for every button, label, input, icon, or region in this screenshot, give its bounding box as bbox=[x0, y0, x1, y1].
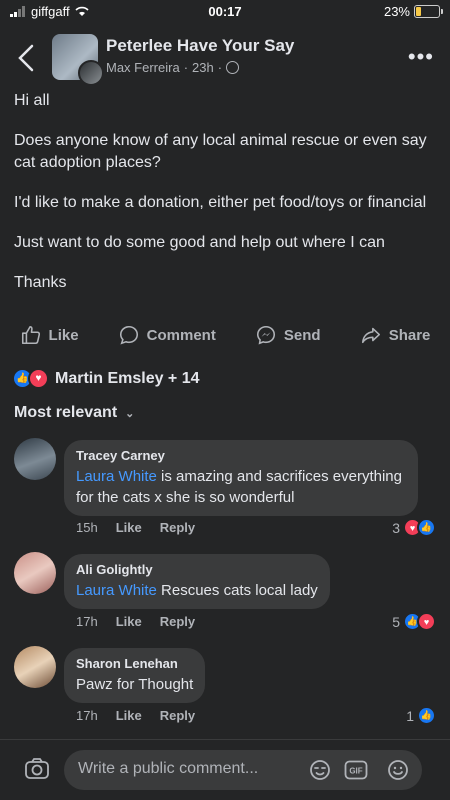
comment-text: Laura White is amazing and sacrifices ev… bbox=[76, 466, 406, 508]
chevron-down-icon: ⌄ bbox=[125, 407, 135, 420]
messenger-icon bbox=[256, 325, 275, 345]
post-line: Does anyone know of any local animal res… bbox=[14, 132, 427, 171]
post-line: Thanks bbox=[14, 274, 67, 291]
comment-bubble[interactable]: Ali Golightly Laura White Rescues cats l… bbox=[64, 554, 330, 609]
mention-link[interactable]: Laura White bbox=[76, 468, 157, 485]
share-button[interactable]: Share bbox=[360, 324, 431, 346]
emoji-icon[interactable] bbox=[386, 758, 410, 782]
globe-icon bbox=[226, 61, 240, 74]
comment-reactions[interactable]: 5 👍 ♥ bbox=[392, 612, 436, 631]
commenter-name[interactable]: Ali Golightly bbox=[76, 562, 318, 577]
post-body: Hi all Does anyone know of any local ani… bbox=[14, 90, 434, 312]
chevron-left-icon[interactable] bbox=[14, 40, 38, 76]
battery-icon bbox=[414, 5, 443, 18]
comment-time: 15h bbox=[76, 520, 98, 535]
gif-label: GIF bbox=[349, 767, 362, 776]
status-right: 23% bbox=[383, 4, 443, 19]
group-name[interactable]: Peterlee Have Your Say bbox=[106, 36, 294, 56]
author-name[interactable]: Max Ferreira bbox=[106, 60, 180, 75]
love-reaction-icon: ♥ bbox=[417, 612, 436, 631]
commenter-avatar[interactable] bbox=[14, 646, 56, 688]
comment-like-button[interactable]: Like bbox=[116, 708, 142, 723]
like-button[interactable]: Like bbox=[20, 324, 79, 346]
action-bar: Like Comment Send Share bbox=[0, 318, 450, 352]
post-line: Just want to do some good and help out w… bbox=[14, 234, 385, 251]
status-time: 00:17 bbox=[208, 4, 242, 19]
comment-body: Pawz for Thought bbox=[76, 676, 194, 693]
comment-reactions[interactable]: 3 ♥ 👍 bbox=[392, 518, 436, 537]
more-options-button[interactable]: ••• bbox=[408, 44, 434, 70]
comment-text: Laura White Rescues cats local lady bbox=[76, 580, 318, 601]
reaction-count: 3 bbox=[392, 519, 400, 536]
comment-button[interactable]: Comment bbox=[118, 324, 216, 346]
comment-time: 17h bbox=[76, 614, 98, 629]
battery-percent: 23% bbox=[383, 4, 410, 19]
post-line: I'd like to make a donation, either pet … bbox=[14, 194, 427, 211]
reactors-text: Martin Emsley + 14 bbox=[55, 369, 200, 387]
commenter-avatar[interactable] bbox=[14, 552, 56, 594]
comment-like-button[interactable]: Like bbox=[116, 520, 142, 535]
comment-meta: 15h Like Reply bbox=[76, 520, 195, 535]
thumbs-up-icon bbox=[21, 325, 40, 345]
post-header: Peterlee Have Your Say Max Ferreira · 23… bbox=[0, 30, 450, 86]
post-line: Hi all bbox=[14, 92, 50, 109]
post-time: 23h bbox=[192, 60, 214, 75]
comment-time: 17h bbox=[76, 708, 98, 723]
comment-reply-button[interactable]: Reply bbox=[160, 708, 195, 723]
love-reaction-icon: ♥ bbox=[28, 368, 49, 389]
comment-meta: 17h Like Reply bbox=[76, 708, 195, 723]
commenter-name[interactable]: Tracey Carney bbox=[76, 448, 406, 463]
comment-meta: 17h Like Reply bbox=[76, 614, 195, 629]
comment-bubble[interactable]: Sharon Lenehan Pawz for Thought bbox=[64, 648, 206, 703]
post-meta: Max Ferreira · 23h · bbox=[106, 60, 240, 75]
gif-icon[interactable]: GIF bbox=[344, 758, 368, 782]
mention-link[interactable]: Laura White bbox=[76, 582, 157, 599]
meta-separator: · bbox=[217, 60, 223, 75]
comment-label: Comment bbox=[146, 326, 216, 344]
comment-sort-dropdown[interactable]: Most relevant ⌄ bbox=[14, 404, 134, 422]
comment-like-button[interactable]: Like bbox=[116, 614, 142, 629]
comment-reactions[interactable]: 1 👍 bbox=[406, 706, 436, 725]
comment-input[interactable]: Write a public comment... GIF bbox=[64, 750, 422, 790]
status-bar: giffgaff 00:17 23% bbox=[0, 0, 450, 24]
battery-level bbox=[416, 7, 421, 16]
avatar-sticker-icon[interactable] bbox=[308, 758, 332, 782]
comment-composer: Write a public comment... GIF bbox=[0, 739, 450, 800]
comment-reply-button[interactable]: Reply bbox=[160, 520, 195, 535]
reactions-summary[interactable]: 👍 ♥ Martin Emsley + 14 bbox=[12, 368, 200, 389]
comment-body: Rescues cats local lady bbox=[156, 582, 318, 599]
like-reaction-icon: 👍 bbox=[417, 706, 436, 725]
like-label: Like bbox=[48, 326, 79, 344]
send-button[interactable]: Send bbox=[255, 324, 321, 346]
reaction-count: 1 bbox=[406, 707, 414, 724]
commenter-avatar[interactable] bbox=[14, 438, 56, 480]
like-reaction-icon: 👍 bbox=[417, 518, 436, 537]
comment-reply-button[interactable]: Reply bbox=[160, 614, 195, 629]
sort-label: Most relevant bbox=[14, 404, 118, 421]
comment-bubble-icon bbox=[119, 325, 138, 345]
share-arrow-icon bbox=[361, 327, 380, 344]
commenter-name[interactable]: Sharon Lenehan bbox=[76, 656, 193, 671]
comment-bubble[interactable]: Tracey Carney Laura White is amazing and… bbox=[64, 440, 418, 516]
send-label: Send bbox=[283, 326, 321, 344]
reaction-count: 5 bbox=[392, 613, 400, 630]
battery-tip bbox=[441, 9, 443, 14]
meta-separator: · bbox=[183, 60, 189, 75]
camera-icon[interactable] bbox=[24, 756, 50, 782]
author-avatar[interactable] bbox=[78, 60, 104, 86]
comment-placeholder: Write a public comment... bbox=[78, 760, 259, 777]
share-label: Share bbox=[388, 326, 431, 344]
comment-text: Pawz for Thought bbox=[76, 674, 193, 695]
